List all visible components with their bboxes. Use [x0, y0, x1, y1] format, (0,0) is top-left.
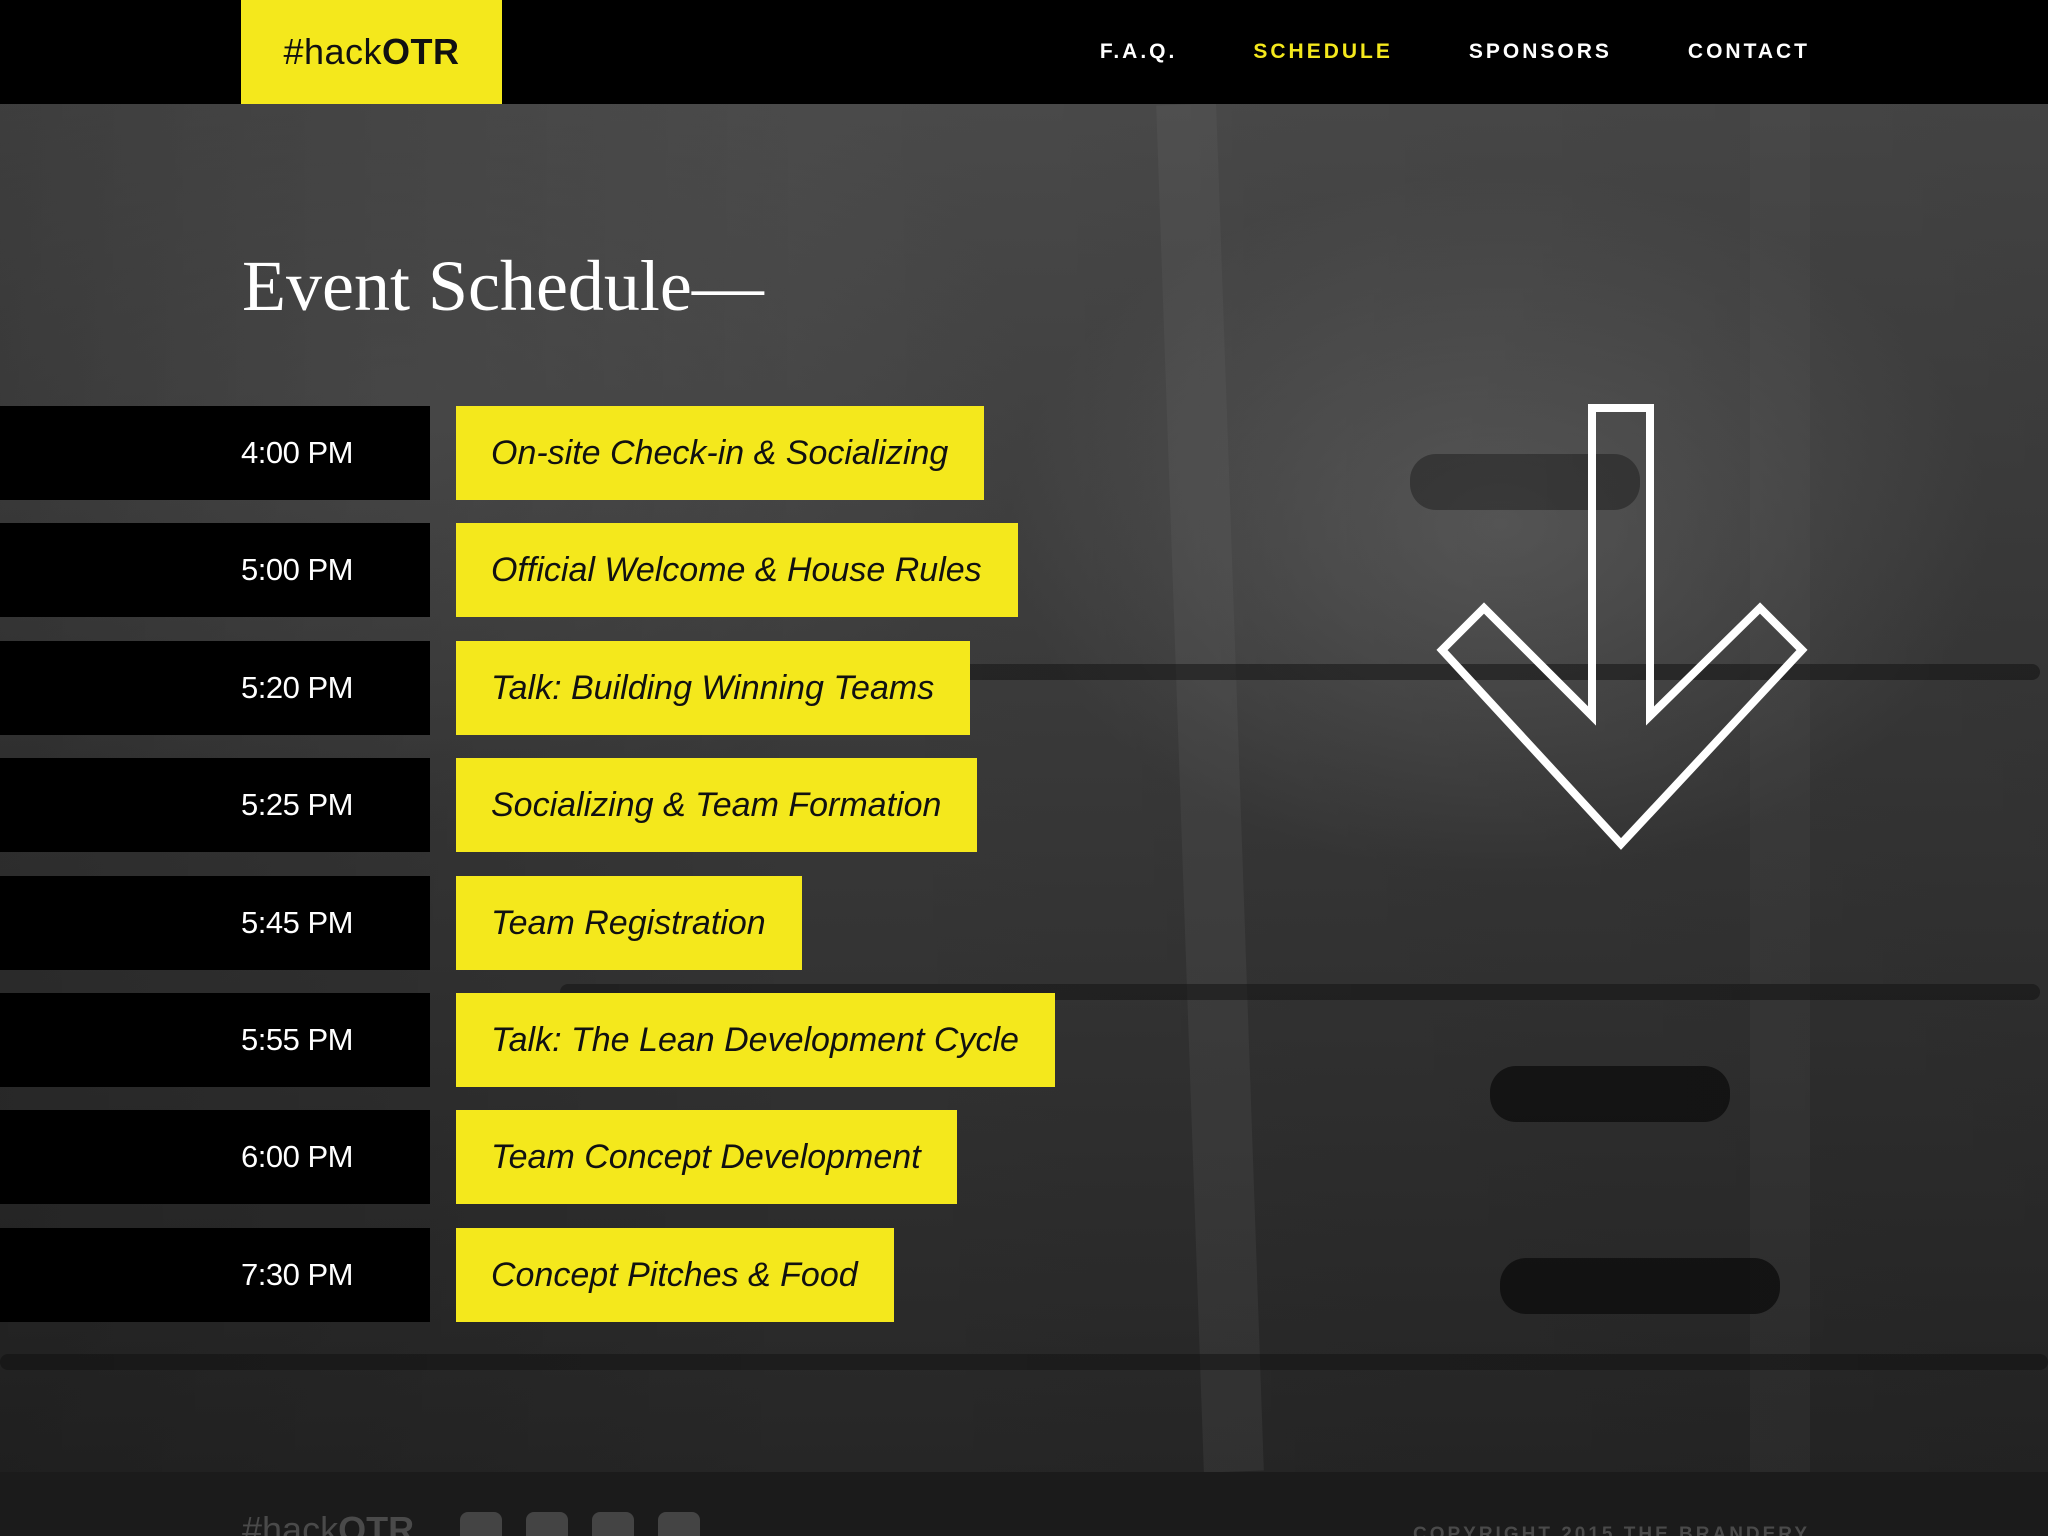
schedule-event: On-site Check-in & Socializing: [456, 406, 985, 500]
twitter-icon[interactable]: [460, 1512, 502, 1536]
schedule-row: 5:55 PM Talk: The Lean Development Cycle: [0, 992, 1100, 1087]
schedule-event: Official Welcome & House Rules: [456, 523, 1018, 618]
schedule-row: 5:20 PM Talk: Building Winning Teams: [0, 640, 1100, 735]
schedule-row: 4:00 PM On-site Check-in & Socializing: [0, 406, 1100, 500]
main-nav: F.A.Q. SCHEDULE SPONSORS CONTACT: [1024, 0, 1810, 104]
schedule-list: 4:00 PM On-site Check-in & Socializing 5…: [0, 406, 1100, 1345]
arrow-down-icon[interactable]: [1434, 404, 1810, 856]
schedule-time: 5:00 PM: [0, 523, 430, 618]
footer-logo-bold: OTR: [338, 1509, 415, 1536]
schedule-row: 5:25 PM Socializing & Team Formation: [0, 758, 1100, 853]
schedule-row: 5:45 PM Team Registration: [0, 875, 1100, 970]
schedule-event: Talk: The Lean Development Cycle: [456, 992, 1055, 1087]
site-footer: #hackOTR COPYRIGHT 2015 THE BRANDERY: [0, 1472, 2048, 1536]
schedule-time: 5:25 PM: [0, 758, 430, 853]
schedule-event: Team Registration: [456, 875, 802, 970]
nav-contact[interactable]: CONTACT: [1688, 40, 1810, 64]
schedule-time: 5:45 PM: [0, 875, 430, 970]
schedule-row: 7:30 PM Concept Pitches & Food: [0, 1227, 1100, 1322]
schedule-row: 6:00 PM Team Concept Development: [0, 1110, 1100, 1205]
footer-logo[interactable]: #hackOTR: [242, 1510, 414, 1536]
logo-prefix: #hack: [283, 31, 383, 72]
social-links: [460, 1512, 724, 1536]
schedule-time: 5:20 PM: [0, 640, 430, 735]
site-logo[interactable]: #hackOTR: [241, 0, 502, 104]
schedule-event: Team Concept Development: [456, 1110, 957, 1205]
schedule-time: 6:00 PM: [0, 1110, 430, 1205]
schedule-time: 5:55 PM: [0, 992, 430, 1087]
page-title: Event Schedule—: [242, 246, 764, 326]
nav-schedule[interactable]: SCHEDULE: [1253, 40, 1393, 64]
schedule-event: Talk: Building Winning Teams: [456, 640, 971, 735]
schedule-time: 4:00 PM: [0, 406, 430, 500]
schedule-row: 5:00 PM Official Welcome & House Rules: [0, 523, 1100, 618]
schedule-event: Concept Pitches & Food: [456, 1227, 894, 1322]
nav-faq[interactable]: F.A.Q.: [1100, 40, 1178, 64]
schedule-time: 7:30 PM: [0, 1227, 430, 1322]
site-header: #hackOTR F.A.Q. SCHEDULE SPONSORS CONTAC…: [0, 0, 2048, 104]
instagram-icon[interactable]: [592, 1512, 634, 1536]
footer-logo-prefix: #hack: [242, 1509, 339, 1536]
schedule-event: Socializing & Team Formation: [456, 758, 978, 853]
logo-bold: OTR: [382, 31, 460, 72]
copyright-text: COPYRIGHT 2015 THE BRANDERY: [1412, 1524, 1810, 1536]
youtube-icon[interactable]: [658, 1512, 700, 1536]
nav-sponsors[interactable]: SPONSORS: [1469, 40, 1612, 64]
facebook-icon[interactable]: [526, 1512, 568, 1536]
